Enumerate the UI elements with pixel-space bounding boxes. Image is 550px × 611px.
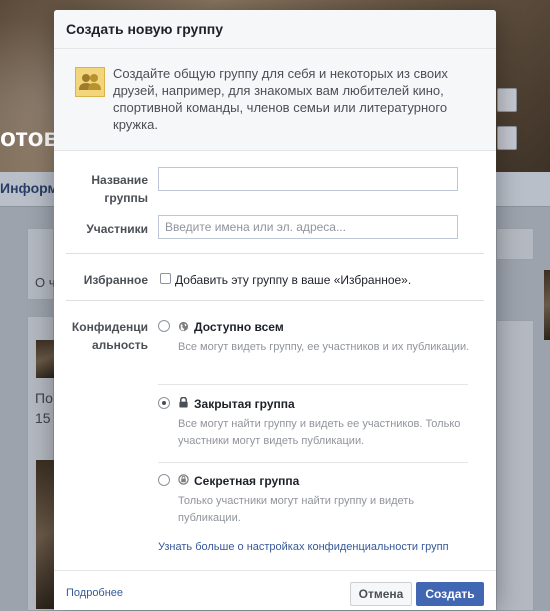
- background-post-author: По: [35, 390, 53, 406]
- background-post-avatar: [36, 340, 54, 378]
- background-right-thumb: [544, 270, 550, 340]
- dialog-header: Создать новую группу: [54, 10, 496, 49]
- privacy-secret-title[interactable]: Секретная группа: [194, 474, 299, 488]
- background-right-card-2: [496, 320, 534, 611]
- members-input[interactable]: [158, 215, 458, 239]
- background-post-date: 15: [35, 410, 51, 426]
- group-name-input[interactable]: [158, 167, 458, 191]
- background-post-photo: [36, 460, 54, 609]
- background-right-card-1: [496, 228, 534, 260]
- privacy-closed-desc: Все могут найти группу и видеть ее участ…: [178, 418, 461, 447]
- privacy-secret-desc: Только участники могут найти группу и ви…: [178, 495, 415, 524]
- privacy-public-desc: Все могут видеть группу, ее участников и…: [178, 341, 470, 353]
- create-button[interactable]: Создать: [416, 582, 484, 606]
- privacy-learn-more-link[interactable]: Узнать больше о настройках конфиденциаль…: [158, 541, 449, 553]
- background-nav-info: Информ: [0, 180, 58, 196]
- background-more-button: [497, 126, 517, 150]
- dialog-footer: Подробнее Отмена Создать: [54, 570, 496, 610]
- create-group-dialog: Создать новую группу Создайте общую груп…: [54, 10, 496, 610]
- divider: [66, 253, 484, 254]
- privacy-closed-title[interactable]: Закрытая группа: [194, 397, 295, 411]
- favorites-checkbox[interactable]: [160, 273, 171, 284]
- favorites-label: Избранное: [83, 273, 148, 287]
- group-people-icon: [75, 67, 105, 97]
- divider: [158, 462, 468, 463]
- privacy-label: Конфиденциальность: [71, 320, 148, 352]
- group-name-label: Название группы: [91, 173, 148, 205]
- privacy-secret-radio[interactable]: [158, 474, 170, 486]
- members-label: Участники: [86, 222, 148, 236]
- privacy-public-title[interactable]: Доступно всем: [194, 320, 284, 334]
- dialog-title: Создать новую группу: [66, 21, 224, 37]
- privacy-public-radio[interactable]: [158, 320, 170, 332]
- cancel-button[interactable]: Отмена: [350, 582, 412, 606]
- background-cover-button: [497, 88, 517, 112]
- details-link[interactable]: Подробнее: [66, 587, 123, 599]
- privacy-closed-radio[interactable]: [158, 397, 170, 409]
- divider: [66, 300, 484, 301]
- background-composer-hint: О ч: [35, 275, 56, 290]
- favorites-checkbox-text[interactable]: Добавить эту группу в ваше «Избранное».: [175, 273, 411, 287]
- globe-icon: [178, 321, 189, 332]
- divider: [158, 384, 468, 385]
- intro-panel: Создайте общую группу для себя и некотор…: [54, 49, 496, 151]
- intro-text: Создайте общую группу для себя и некотор…: [113, 66, 448, 132]
- lock-icon: [179, 397, 188, 408]
- secret-lock-icon: [178, 474, 189, 485]
